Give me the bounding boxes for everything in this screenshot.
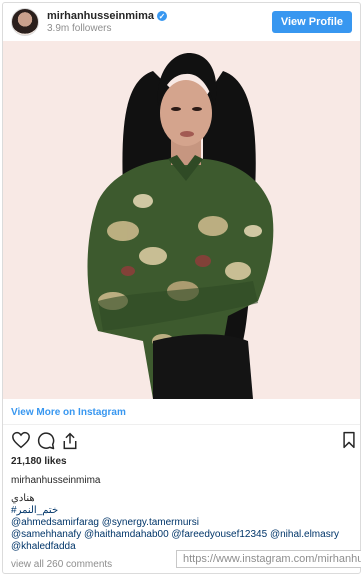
follower-count: 3.9m followers	[47, 22, 112, 34]
view-profile-button[interactable]: View Profile	[271, 11, 352, 33]
caption-line: هنادي	[11, 493, 35, 504]
like-count[interactable]: 21,180 likes	[11, 456, 67, 467]
avatar[interactable]	[11, 8, 39, 36]
post-photo[interactable]	[3, 41, 360, 399]
divider	[3, 424, 360, 425]
instagram-embed: mirhanhusseinmima ✓ 3.9m followers View …	[2, 2, 361, 574]
username[interactable]: mirhanhusseinmima	[47, 10, 154, 23]
comment-icon[interactable]	[36, 431, 56, 456]
heart-icon[interactable]	[11, 431, 31, 454]
mentions-line[interactable]: @ahmedsamirfarag @synergy.tamermursi	[11, 517, 356, 529]
post-image	[3, 41, 360, 399]
view-more-link[interactable]: View More on Instagram	[11, 407, 126, 418]
user-info: mirhanhusseinmima ✓ 3.9m followers	[47, 10, 167, 34]
caption: هنادي #ختم_النمر @ahmedsamirfarag @syner…	[11, 493, 356, 553]
action-bar	[9, 431, 356, 456]
url-status-tooltip: https://www.instagram.com/mirhanhusseinm…	[176, 550, 361, 568]
mentions-line[interactable]: @samehhanafy @haithamdahab00 @fareedyous…	[11, 529, 356, 541]
post-header: mirhanhusseinmima ✓ 3.9m followers View …	[3, 3, 360, 41]
username-row: mirhanhusseinmima ✓	[47, 10, 167, 23]
bookmark-icon[interactable]	[342, 431, 356, 454]
view-comments-link[interactable]: view all 260 comments	[11, 559, 112, 570]
hashtag-link[interactable]: #ختم_النمر	[11, 505, 356, 517]
share-icon[interactable]	[61, 431, 79, 456]
verified-badge-icon: ✓	[156, 11, 167, 22]
caption-username[interactable]: mirhanhusseinmima	[11, 475, 100, 486]
